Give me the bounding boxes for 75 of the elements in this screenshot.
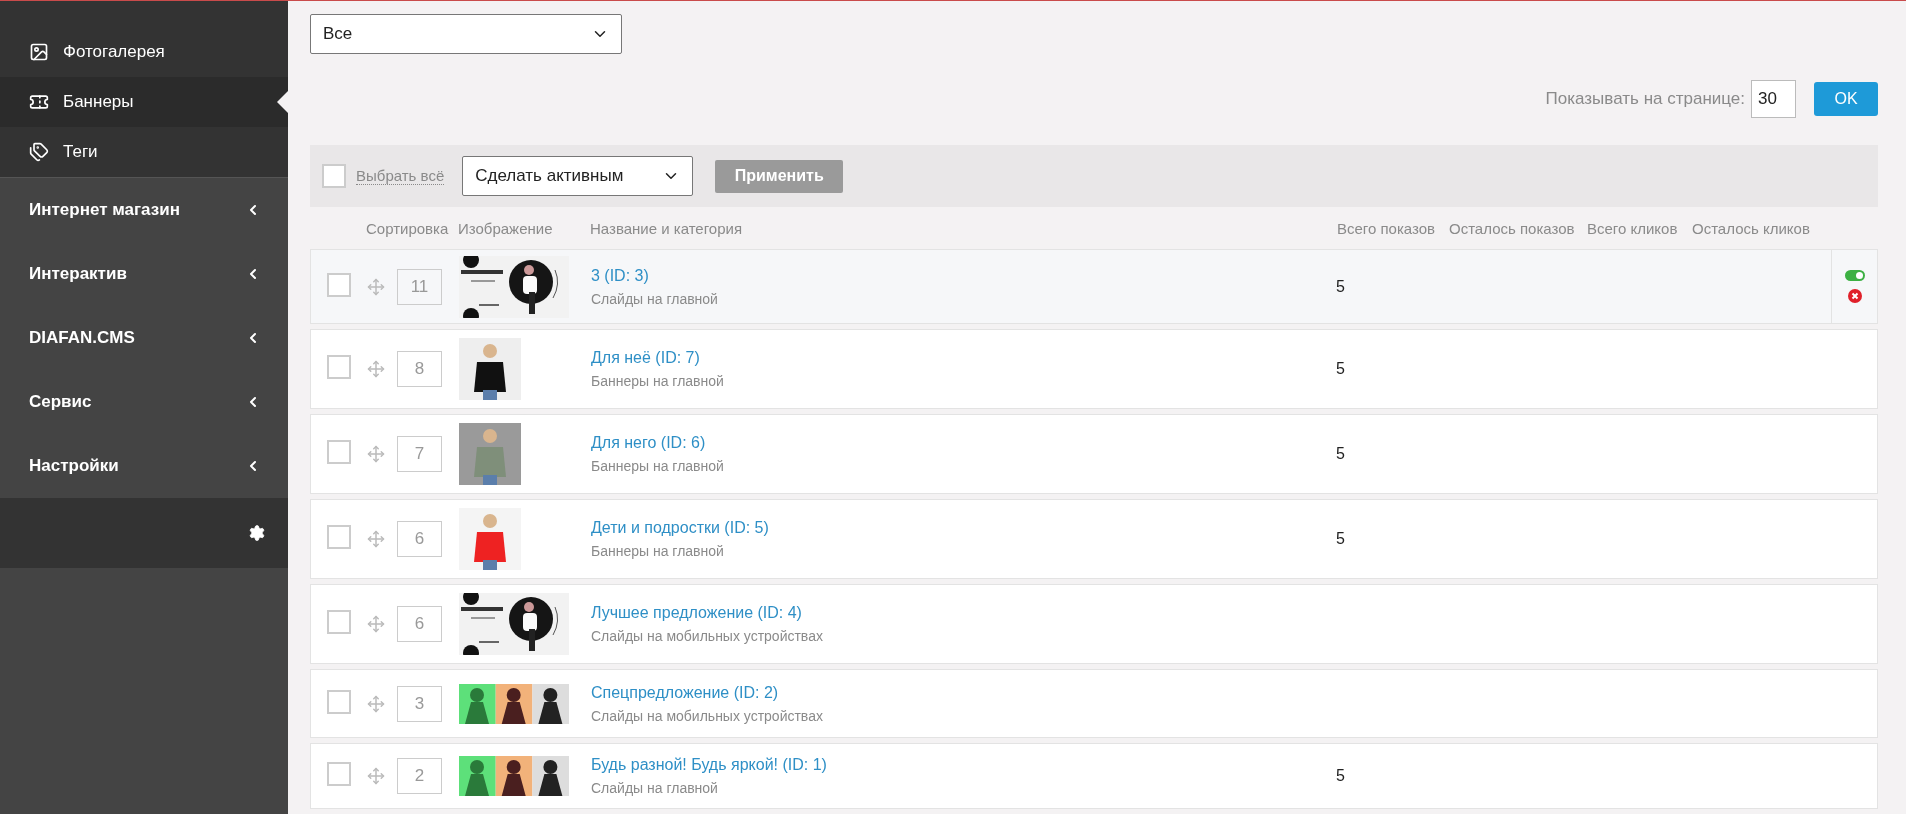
ticket-icon xyxy=(29,92,49,112)
table-row[interactable]: 7 Для него (ID: 6) Баннеры на главной 5 xyxy=(310,414,1878,494)
move-icon[interactable] xyxy=(367,277,385,296)
row-checkbox[interactable] xyxy=(327,272,351,297)
row-checkbox[interactable] xyxy=(327,762,351,786)
row-checkbox[interactable] xyxy=(327,355,351,379)
banner-name-link[interactable]: Дети и подростки (ID: 5) xyxy=(591,519,1336,537)
sort-field[interactable]: 7 xyxy=(397,436,442,472)
sidebar-item[interactable]: Баннеры xyxy=(0,77,288,127)
category-text: Слайды на главной xyxy=(591,290,719,307)
table-cell-text: 5 xyxy=(1336,767,1346,785)
column-header: Название и категория xyxy=(590,219,744,237)
banner-name-link[interactable]: Для неё (ID: 7) xyxy=(591,349,1336,367)
ok-button[interactable]: OK xyxy=(1814,82,1878,116)
table-row[interactable]: 8 Для неё (ID: 7) Баннеры на главной 5 xyxy=(310,329,1878,409)
sort-field[interactable]: 6 xyxy=(397,606,442,642)
sidebar-group[interactable]: DIAFAN.CMS xyxy=(0,306,288,370)
per-page-label: Показывать на странице: xyxy=(1545,89,1745,109)
tags-icon xyxy=(29,142,49,162)
table-cell-text: 5 xyxy=(1336,530,1346,548)
selection-pointer xyxy=(277,91,288,113)
category-text: Баннеры на главной xyxy=(591,543,725,559)
row-checkbox[interactable] xyxy=(327,440,351,464)
sort-field[interactable]: 6 xyxy=(397,521,442,557)
sidebar-group[interactable]: Настройки xyxy=(0,434,288,498)
table-cell-text: 5 xyxy=(1336,445,1346,463)
row-checkbox[interactable] xyxy=(327,525,351,549)
banner-name-link[interactable]: Будь разной! Будь яркой! (ID: 1) xyxy=(591,756,1336,774)
category-text: Слайды на мобильных устройствах xyxy=(591,628,824,644)
column-header: Изображение xyxy=(458,219,554,237)
move-icon[interactable] xyxy=(367,615,385,633)
category-text: Баннеры на главной xyxy=(591,458,725,474)
active-toggle[interactable] xyxy=(1844,270,1865,281)
category-text: Баннеры на главной xyxy=(591,373,725,389)
row-checkbox[interactable] xyxy=(327,610,351,634)
sidebar-group[interactable]: Интерактив xyxy=(0,242,288,306)
category-text: Слайды на мобильных устройствах xyxy=(591,707,824,724)
move-icon[interactable] xyxy=(367,360,385,378)
apply-button[interactable]: Применить xyxy=(715,159,844,193)
table-row[interactable]: 6 Дети и подростки (ID: 5) Баннеры на главной 5 xyxy=(310,499,1878,579)
banner-name-link[interactable]: 3 (ID: 3) xyxy=(591,266,1336,285)
per-page-input[interactable]: 30 xyxy=(1751,80,1796,118)
move-icon[interactable] xyxy=(367,694,385,713)
sort-field[interactable]: 2 xyxy=(397,758,442,794)
column-header: Всего показов xyxy=(1337,219,1437,237)
table-row[interactable]: 2 Будь разной! Будь яркой! (ID: 1) Слайды на главной 5 xyxy=(310,743,1878,809)
table-cell-text: 5 xyxy=(1336,277,1346,296)
column-header: Осталось показов xyxy=(1449,219,1576,237)
sort-field[interactable]: 11 xyxy=(397,268,442,305)
table-row[interactable]: 3 Спецпредложение (ID: 2) Слайды на мобильных устройствах xyxy=(310,669,1878,738)
sort-field[interactable]: 3 xyxy=(397,685,442,722)
category-text: Слайды на главной xyxy=(591,780,719,796)
select-all-link[interactable]: Выбрать всё xyxy=(356,167,445,185)
column-header: Осталось кликов xyxy=(1692,219,1811,237)
column-header: Сортировка xyxy=(366,219,450,237)
settings-icon[interactable] xyxy=(248,524,266,542)
table-row[interactable]: 11 3 (ID: 3) Слайды на главной 5 xyxy=(310,249,1878,324)
select-all-checkbox[interactable] xyxy=(322,164,346,188)
move-icon[interactable] xyxy=(367,445,385,463)
column-header: Всего кликов xyxy=(1587,219,1679,237)
banner-name-link[interactable]: Спецпредложение (ID: 2) xyxy=(591,683,1336,702)
delete-icon[interactable] xyxy=(1847,289,1862,303)
sort-field[interactable]: 8 xyxy=(397,351,442,387)
banner-name-link[interactable]: Лучшее предложение (ID: 4) xyxy=(591,604,1336,622)
table-cell-text: 5 xyxy=(1336,360,1346,378)
table-row[interactable]: 6 Лучшее предложение (ID: 4) Слайды на мобильных устройствах xyxy=(310,584,1878,664)
move-icon[interactable] xyxy=(367,530,385,548)
filter-select[interactable]: Все xyxy=(310,14,622,54)
image-icon xyxy=(29,42,49,62)
sidebar-group[interactable]: Интернет магазин xyxy=(0,178,288,242)
action-select[interactable]: Сделать активным xyxy=(462,156,694,196)
move-icon[interactable] xyxy=(367,767,385,785)
sidebar-group[interactable]: Сервис xyxy=(0,370,288,434)
banner-name-link[interactable]: Для него (ID: 6) xyxy=(591,434,1336,452)
row-checkbox[interactable] xyxy=(327,689,351,714)
